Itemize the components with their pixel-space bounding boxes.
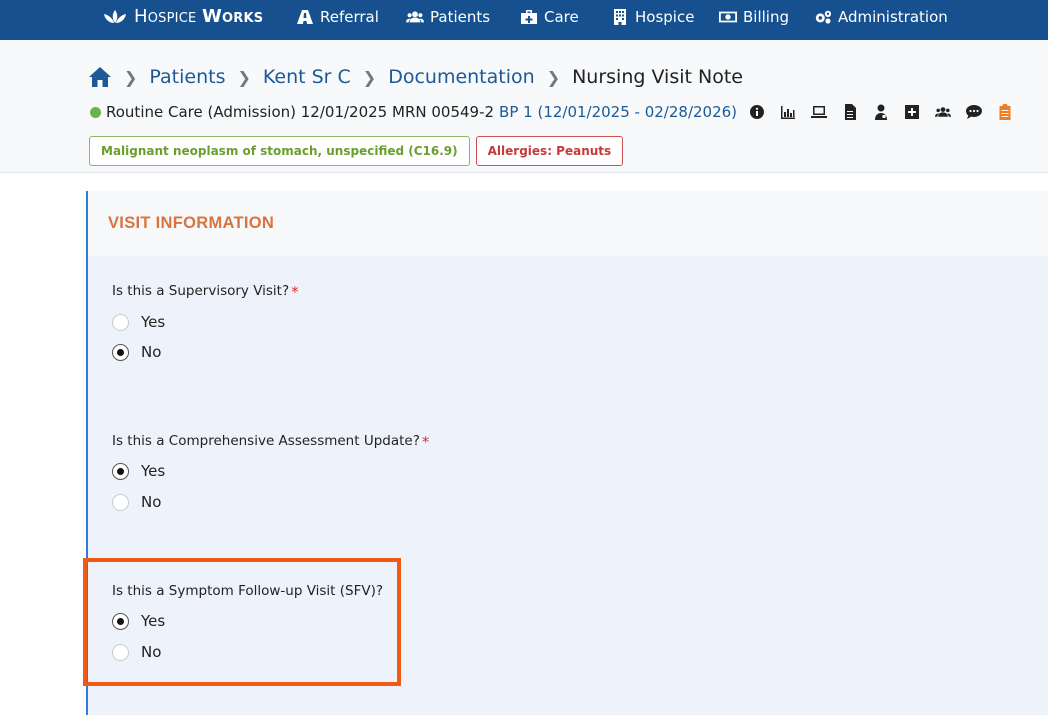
diagnosis-badge[interactable]: Malignant neoplasm of stomach, unspecifi…	[89, 136, 470, 166]
document-icon[interactable]	[842, 104, 858, 120]
chevron-right-icon: ❯	[124, 67, 138, 87]
brand-bold: Works	[202, 6, 264, 27]
nav-administration-label: Administration	[838, 8, 948, 26]
option-label: No	[141, 643, 162, 661]
brand-logo[interactable]: Hospice Works	[102, 6, 263, 27]
mrn: MRN 00549-2	[392, 103, 495, 121]
option-label: Yes	[141, 612, 166, 630]
supervisory-yes-option[interactable]: Yes	[112, 313, 165, 331]
breadcrumb-patient-name[interactable]: Kent Sr C	[263, 66, 351, 88]
nav-billing[interactable]: Billing	[719, 8, 789, 26]
nav-patients-label: Patients	[430, 8, 491, 26]
breadcrumb: ❯ Patients ❯ Kent Sr C ❯ Documentation ❯…	[88, 66, 743, 88]
radio-button[interactable]	[112, 643, 129, 661]
plus-square-icon[interactable]	[904, 104, 920, 120]
question-symptom-follow-up: Is this a Symptom Follow-up Visit (SFV)?	[112, 583, 383, 599]
group-icon[interactable]	[935, 104, 952, 120]
nav-patients[interactable]: Patients	[406, 8, 490, 26]
nav-care-label: Care	[544, 8, 579, 26]
question-comprehensive-assessment: Is this a Comprehensive Assessment Updat…	[112, 433, 429, 451]
question-supervisory-visit: Is this a Supervisory Visit? *	[112, 283, 299, 301]
nav-billing-label: Billing	[743, 8, 789, 26]
nav-hospice-label: Hospice	[635, 8, 695, 26]
building-icon	[614, 9, 626, 25]
laptop-icon[interactable]	[811, 104, 828, 120]
nav-referral-label: Referral	[320, 8, 379, 26]
home-icon[interactable]	[88, 66, 112, 88]
option-label: Yes	[141, 462, 166, 480]
breadcrumb-patients[interactable]: Patients	[149, 66, 225, 88]
radio-button[interactable]	[112, 493, 129, 511]
required-marker: *	[291, 283, 299, 301]
patient-header: ❯ Patients ❯ Kent Sr C ❯ Documentation ❯…	[0, 40, 1048, 173]
sfv-no-option[interactable]: No	[112, 643, 161, 661]
patient-info-line: Routine Care (Admission) 12/01/2025 MRN …	[90, 103, 1013, 121]
users-icon	[406, 11, 424, 23]
section-title: VISIT INFORMATION	[108, 214, 275, 232]
benefit-period-link[interactable]: BP 1 (12/01/2025 - 02/28/2026)	[499, 103, 737, 121]
road-icon	[297, 10, 313, 24]
radio-button-selected[interactable]	[112, 612, 129, 630]
admission-date: 12/01/2025	[300, 103, 388, 121]
money-icon	[719, 11, 737, 23]
question-label: Is this a Symptom Follow-up Visit (SFV)?	[112, 583, 384, 599]
chevron-right-icon: ❯	[237, 67, 251, 87]
required-marker: *	[421, 433, 430, 451]
chevron-right-icon: ❯	[362, 67, 377, 87]
radio-button-selected[interactable]	[112, 462, 129, 480]
nav-hospice[interactable]: Hospice	[611, 8, 694, 26]
top-navbar: Hospice Works Referral Patients Care Hos…	[0, 0, 1048, 40]
supervisory-no-option[interactable]: No	[112, 343, 161, 361]
allergies-badge[interactable]: Allergies: Peanuts	[475, 136, 624, 166]
radio-button[interactable]	[112, 313, 129, 331]
question-label: Is this a Comprehensive Assessment Updat…	[112, 433, 420, 449]
chart-icon[interactable]	[780, 104, 796, 120]
brand-name: Hospice Works	[134, 6, 263, 27]
chevron-right-icon: ❯	[546, 67, 561, 87]
visit-information-panel: VISIT INFORMATION Is this a Supervisory …	[86, 191, 1048, 715]
panel-header: VISIT INFORMATION	[88, 191, 1048, 256]
option-label: Yes	[141, 313, 166, 331]
info-icon[interactable]	[749, 104, 765, 120]
comprehensive-no-option[interactable]: No	[112, 493, 161, 511]
patient-action-icons	[749, 104, 1013, 120]
admission-label: (Admission)	[207, 103, 296, 121]
breadcrumb-documentation[interactable]: Documentation	[388, 66, 534, 88]
option-label: No	[141, 343, 162, 361]
medkit-icon	[521, 10, 537, 24]
patient-tags: Malignant neoplasm of stomach, unspecifi…	[89, 136, 624, 166]
nav-referral[interactable]: Referral	[296, 8, 379, 26]
clipboard-icon[interactable]	[997, 104, 1013, 120]
page-title: Nursing Visit Note	[572, 66, 743, 88]
status-dot-icon	[90, 106, 101, 118]
nav-care[interactable]: Care	[520, 8, 579, 26]
lotus-icon	[104, 9, 126, 23]
doctor-icon[interactable]	[873, 104, 889, 120]
comment-icon[interactable]	[966, 104, 983, 120]
brand-light: Hospice	[134, 6, 197, 27]
question-label: Is this a Supervisory Visit?	[112, 283, 290, 299]
sfv-yes-option[interactable]: Yes	[112, 612, 165, 630]
comprehensive-yes-option[interactable]: Yes	[112, 462, 165, 480]
nav-administration[interactable]: Administration	[814, 8, 948, 26]
care-level: Routine Care	[106, 103, 203, 121]
radio-button-selected[interactable]	[112, 343, 129, 361]
option-label: No	[141, 493, 162, 511]
cogs-icon	[815, 10, 832, 24]
